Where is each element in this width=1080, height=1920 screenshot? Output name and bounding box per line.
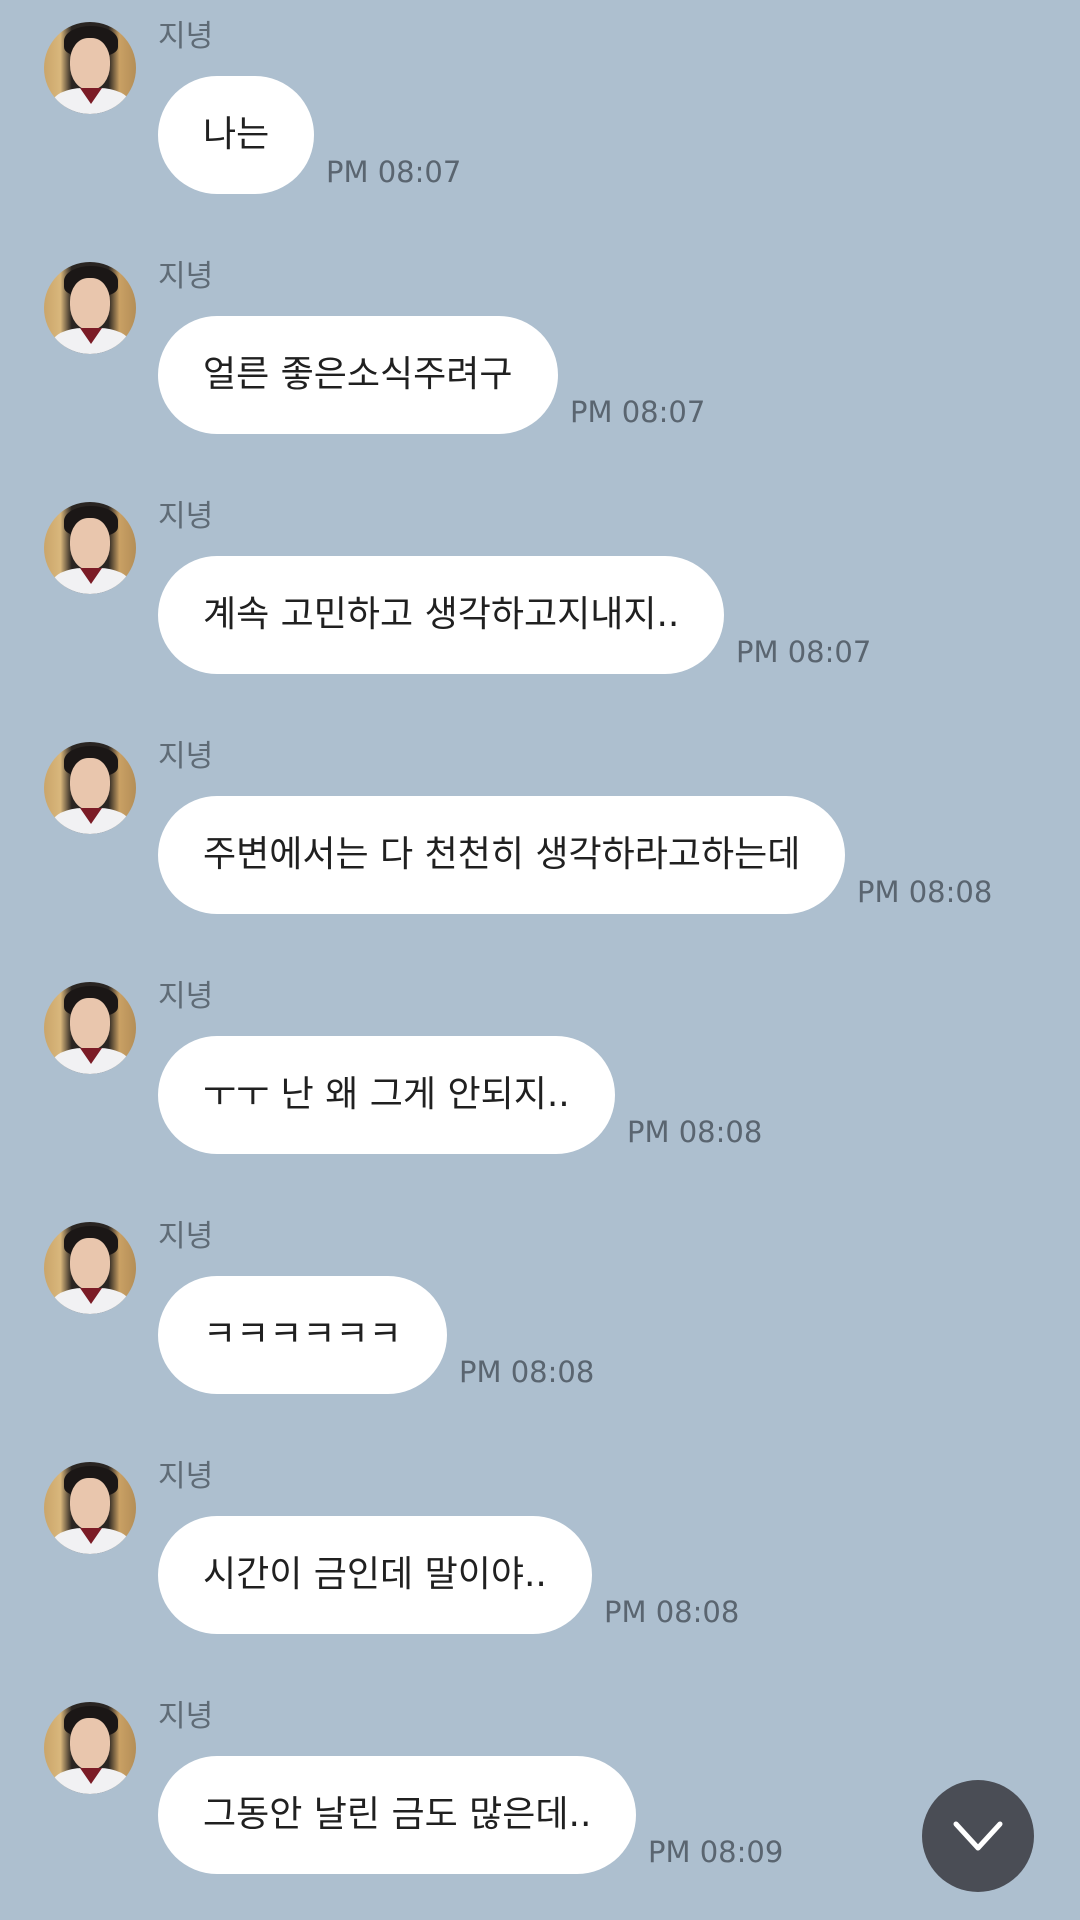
- sender-name: 지녕: [158, 1459, 214, 1494]
- avatar[interactable]: [44, 1462, 136, 1554]
- message-time: PM 08:07: [570, 395, 706, 429]
- avatar[interactable]: [44, 982, 136, 1074]
- avatar[interactable]: [44, 1222, 136, 1314]
- message-time: PM 08:08: [459, 1355, 595, 1389]
- message-bubble[interactable]: 계속 고민하고 생각하고지내지..: [158, 556, 725, 674]
- avatar[interactable]: [44, 1702, 136, 1794]
- message-bubble[interactable]: 시간이 금인데 말이야..: [158, 1516, 592, 1634]
- message-time: PM 08:07: [736, 635, 872, 669]
- avatar[interactable]: [44, 22, 136, 114]
- chat-message: 지녕 ㅜㅜ 난 왜 그게 안되지.. PM 08:08: [0, 960, 1080, 1200]
- avatar[interactable]: [44, 742, 136, 834]
- sender-name: 지녕: [158, 739, 214, 774]
- chat-message: 지녕 시간이 금인데 말이야.. PM 08:08: [0, 1440, 1080, 1680]
- chevron-down-icon: [953, 1821, 1003, 1851]
- message-time: PM 08:07: [326, 155, 462, 189]
- message-bubble[interactable]: ㅜㅜ 난 왜 그게 안되지..: [158, 1036, 615, 1154]
- sender-name: 지녕: [158, 1219, 214, 1254]
- message-time: PM 08:09: [648, 1835, 784, 1869]
- chat-message: 지녕 나는 PM 08:07: [0, 0, 1080, 240]
- message-bubble[interactable]: ㅋㅋㅋㅋㅋㅋ: [158, 1276, 447, 1394]
- chat-message: 지녕 그동안 날린 금도 많은데.. PM 08:09: [0, 1680, 1080, 1920]
- chat-message-list[interactable]: 지녕 나는 PM 08:07 지녕 얼른 좋은소식주려구 PM 08:07 지녕…: [0, 0, 1080, 1901]
- chat-message: 지녕 계속 고민하고 생각하고지내지.. PM 08:07: [0, 480, 1080, 720]
- chat-message: 지녕 얼른 좋은소식주려구 PM 08:07: [0, 240, 1080, 480]
- message-time: PM 08:08: [857, 875, 993, 909]
- message-bubble[interactable]: 나는: [158, 76, 315, 194]
- avatar[interactable]: [44, 502, 136, 594]
- chat-message: 지녕 ㅋㅋㅋㅋㅋㅋ PM 08:08: [0, 1200, 1080, 1440]
- sender-name: 지녕: [158, 1699, 214, 1734]
- message-bubble[interactable]: 그동안 날린 금도 많은데..: [158, 1756, 637, 1874]
- message-time: PM 08:08: [604, 1595, 740, 1629]
- avatar[interactable]: [44, 262, 136, 354]
- chat-message: 지녕 주변에서는 다 천천히 생각하라고하는데 PM 08:08: [0, 720, 1080, 960]
- message-time: PM 08:08: [627, 1115, 763, 1149]
- message-bubble[interactable]: 주변에서는 다 천천히 생각하라고하는데: [158, 796, 846, 914]
- sender-name: 지녕: [158, 499, 214, 534]
- sender-name: 지녕: [158, 19, 214, 54]
- sender-name: 지녕: [158, 259, 214, 294]
- scroll-to-bottom-button[interactable]: [922, 1780, 1034, 1892]
- sender-name: 지녕: [158, 979, 214, 1014]
- message-bubble[interactable]: 얼른 좋은소식주려구: [158, 316, 558, 434]
